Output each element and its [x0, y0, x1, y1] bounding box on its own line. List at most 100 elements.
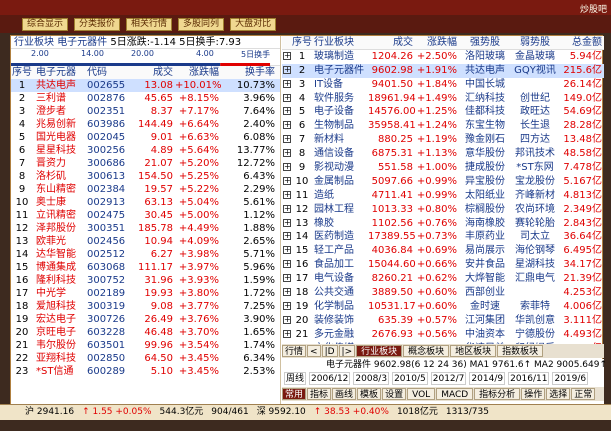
- toolbar-button[interactable]: 分类报价: [74, 17, 121, 31]
- column-header[interactable]: 涨跌幅: [415, 36, 459, 49]
- tab[interactable]: 地区板块: [450, 345, 497, 357]
- table-row[interactable]: 15 博通集成 603068 111.17 +3.97% 5.96%: [11, 261, 280, 274]
- plus-icon[interactable]: +: [283, 260, 291, 269]
- plus-icon[interactable]: +: [283, 190, 291, 199]
- expand-icon[interactable]: +: [282, 300, 292, 314]
- tab[interactable]: 行业板块: [356, 345, 403, 357]
- table-row[interactable]: +10 金属制品 5097.66 +0.99% 异宝股份 宝龙股份 5.167亿: [282, 175, 604, 189]
- table-row[interactable]: +5 电子设备 14576.00 +1.25% 佳都科技 政旺达 54.69亿: [282, 105, 604, 119]
- table-row[interactable]: +20 装修装饰 635.39 +0.57% 江河集团 华凯创意 3.111亿: [282, 314, 604, 328]
- table-row[interactable]: 2 三利谱 002876 45.65 +8.15% 3.96%: [11, 92, 280, 105]
- expand-icon[interactable]: +: [282, 203, 292, 217]
- plus-icon[interactable]: +: [283, 232, 291, 241]
- table-row[interactable]: 22 亚翔科技 002850 64.50 +3.45% 6.34%: [11, 352, 280, 365]
- tab[interactable]: 指数板块: [497, 345, 544, 357]
- expand-icon[interactable]: +: [282, 314, 292, 328]
- tab[interactable]: 概念板块: [403, 345, 450, 357]
- expand-icon[interactable]: +: [282, 175, 292, 189]
- plus-icon[interactable]: +: [283, 121, 291, 130]
- table-row[interactable]: +17 电气设备 8260.21 +0.62% 大烨智能 汇鼎电气 21.39亿: [282, 272, 604, 286]
- plus-icon[interactable]: +: [283, 246, 291, 255]
- table-row[interactable]: +13 橡胶 1102.56 +0.76% 海南橡胶 赛轮轮胎 2.843亿: [282, 217, 604, 231]
- table-row[interactable]: 10 奥士康 002913 63.13 +5.04% 5.61%: [11, 196, 280, 209]
- toolbar-button[interactable]: 大盘对比: [230, 17, 277, 31]
- expand-icon[interactable]: +: [282, 105, 292, 119]
- toolbar-button[interactable]: 综合显示: [22, 17, 69, 31]
- plus-icon[interactable]: +: [283, 301, 291, 310]
- table-row[interactable]: +4 软件服务 18961.94 +1.49% 汇纳科技 创世纪 149.0亿: [282, 92, 604, 106]
- plus-icon[interactable]: +: [283, 135, 291, 144]
- column-header[interactable]: 总金额: [559, 36, 604, 49]
- expand-icon[interactable]: +: [282, 230, 292, 244]
- plus-icon[interactable]: +: [283, 51, 291, 60]
- table-row[interactable]: 16 隆利科技 300752 31.96 +3.93% 1.59%: [11, 274, 280, 287]
- table-row[interactable]: +7 新材料 880.25 +1.19% 豫金刚石 四方达 13.48亿: [282, 133, 604, 147]
- tab[interactable]: VOL: [407, 388, 436, 400]
- plus-icon[interactable]: +: [283, 163, 291, 172]
- plus-icon[interactable]: +: [283, 288, 291, 297]
- expand-icon[interactable]: +: [282, 217, 292, 231]
- panel-sector-name[interactable]: 电子元器件: [57, 37, 107, 48]
- plus-icon[interactable]: +: [283, 176, 291, 185]
- tab[interactable]: 正常: [571, 388, 596, 400]
- column-header[interactable]: 行业板块: [312, 36, 368, 49]
- table-row[interactable]: +8 通信设备 6875.31 +1.13% 意华股份 邦讯技术 48.58亿: [282, 147, 604, 161]
- plus-icon[interactable]: +: [283, 218, 291, 227]
- table-row[interactable]: 20 京旺电子 603228 46.48 +3.70% 1.65%: [11, 326, 280, 339]
- tab[interactable]: MACD: [436, 388, 474, 400]
- tab[interactable]: |D: [321, 345, 338, 357]
- table-row[interactable]: +11 造纸 4711.41 +0.99% 太阳纸业 齐峰新材 4.813亿: [282, 189, 604, 203]
- expand-icon[interactable]: +: [282, 244, 292, 258]
- expand-icon[interactable]: +: [282, 258, 292, 272]
- expand-icon[interactable]: +: [282, 272, 292, 286]
- expand-icon[interactable]: +: [282, 64, 292, 78]
- table-row[interactable]: 3 澄步者 002351 8.37 +7.17% 7.64%: [11, 105, 280, 118]
- table-row[interactable]: 7 晋资力 300686 21.07 +5.20% 12.72%: [11, 157, 280, 170]
- plus-icon[interactable]: +: [283, 315, 291, 324]
- table-row[interactable]: +6 生物制品 35958.41 +1.24% 东宝生物 长生退 28.28亿: [282, 119, 604, 133]
- tab[interactable]: 设置: [382, 388, 407, 400]
- expand-icon[interactable]: +: [282, 119, 292, 133]
- expand-icon[interactable]: +: [282, 328, 292, 342]
- plus-icon[interactable]: +: [283, 149, 291, 158]
- table-row[interactable]: 17 中光学 002189 19.93 +3.80% 1.72%: [11, 287, 280, 300]
- column-header[interactable]: 强势股: [459, 36, 511, 49]
- table-row[interactable]: 4 兆易创新 603986 144.49 +6.64% 2.40%: [11, 118, 280, 131]
- plus-icon[interactable]: +: [283, 329, 291, 338]
- tab[interactable]: 操作: [521, 388, 546, 400]
- table-row[interactable]: +21 多元金融 2676.93 +0.56% 中油资本 宁德股份 4.493亿: [282, 328, 604, 342]
- table-row[interactable]: 6 星星科技 300256 4.89 +5.64% 13.77%: [11, 144, 280, 157]
- plus-icon[interactable]: +: [283, 274, 291, 283]
- column-header[interactable]: 序号: [292, 36, 312, 49]
- table-row[interactable]: +15 轻工产品 4036.84 +0.69% 易尚展示 海伦钢琴 6.495亿: [282, 244, 604, 258]
- column-header[interactable]: 弱势股: [511, 36, 559, 49]
- table-row[interactable]: 19 宏达电子 300726 26.49 +3.76% 3.90%: [11, 313, 280, 326]
- table-row[interactable]: 18 爱旭科技 300319 9.08 +3.77% 7.25%: [11, 300, 280, 313]
- plus-icon[interactable]: +: [283, 79, 291, 88]
- plus-icon[interactable]: +: [283, 93, 291, 102]
- tab[interactable]: 常用: [282, 388, 307, 400]
- cycle-label[interactable]: 周线: [284, 372, 307, 385]
- table-row[interactable]: 23 *ST信通 600289 5.10 +3.45% 2.53%: [11, 365, 280, 378]
- expand-icon[interactable]: +: [282, 78, 292, 92]
- table-row[interactable]: +18 公共交通 3889.50 +0.60% 西部创业 4.253亿: [282, 286, 604, 300]
- tab[interactable]: 画线: [332, 388, 357, 400]
- toolbar-button[interactable]: 相关行情: [126, 17, 173, 31]
- table-row[interactable]: +19 化学制品 10531.17 +0.60% 金时速 索菲特 4.006亿: [282, 300, 604, 314]
- plus-icon[interactable]: +: [283, 65, 291, 74]
- expand-icon[interactable]: +: [282, 286, 292, 300]
- table-row[interactable]: +2 电子元器件 9602.98 +1.91% 共达电声 GQY视讯 215.6亿: [282, 63, 604, 78]
- table-row[interactable]: 21 韦尔股份 603501 99.96 +3.54% 1.74%: [11, 339, 280, 352]
- tab[interactable]: 指标: [307, 388, 332, 400]
- expand-icon[interactable]: +: [282, 147, 292, 161]
- table-row[interactable]: 9 东山精密 002384 19.57 +5.22% 2.29%: [11, 183, 280, 196]
- tab[interactable]: <: [307, 345, 321, 357]
- table-row[interactable]: 13 欧菲光 002456 10.94 +4.09% 2.65%: [11, 235, 280, 248]
- table-row[interactable]: 5 国光电器 002045 9.01 +6.63% 6.08%: [11, 131, 280, 144]
- table-row[interactable]: +1 玻璃制造 1204.26 +2.50% 洛阳玻璃 金晶玻璃 5.94亿: [282, 50, 604, 64]
- expand-icon[interactable]: +: [282, 92, 292, 106]
- column-header[interactable]: 成交: [368, 36, 415, 49]
- tab[interactable]: 指标分析: [474, 388, 521, 400]
- table-row[interactable]: 8 洛杉矶 300613 154.50 +5.25% 6.43%: [11, 170, 280, 183]
- expand-icon[interactable]: +: [282, 133, 292, 147]
